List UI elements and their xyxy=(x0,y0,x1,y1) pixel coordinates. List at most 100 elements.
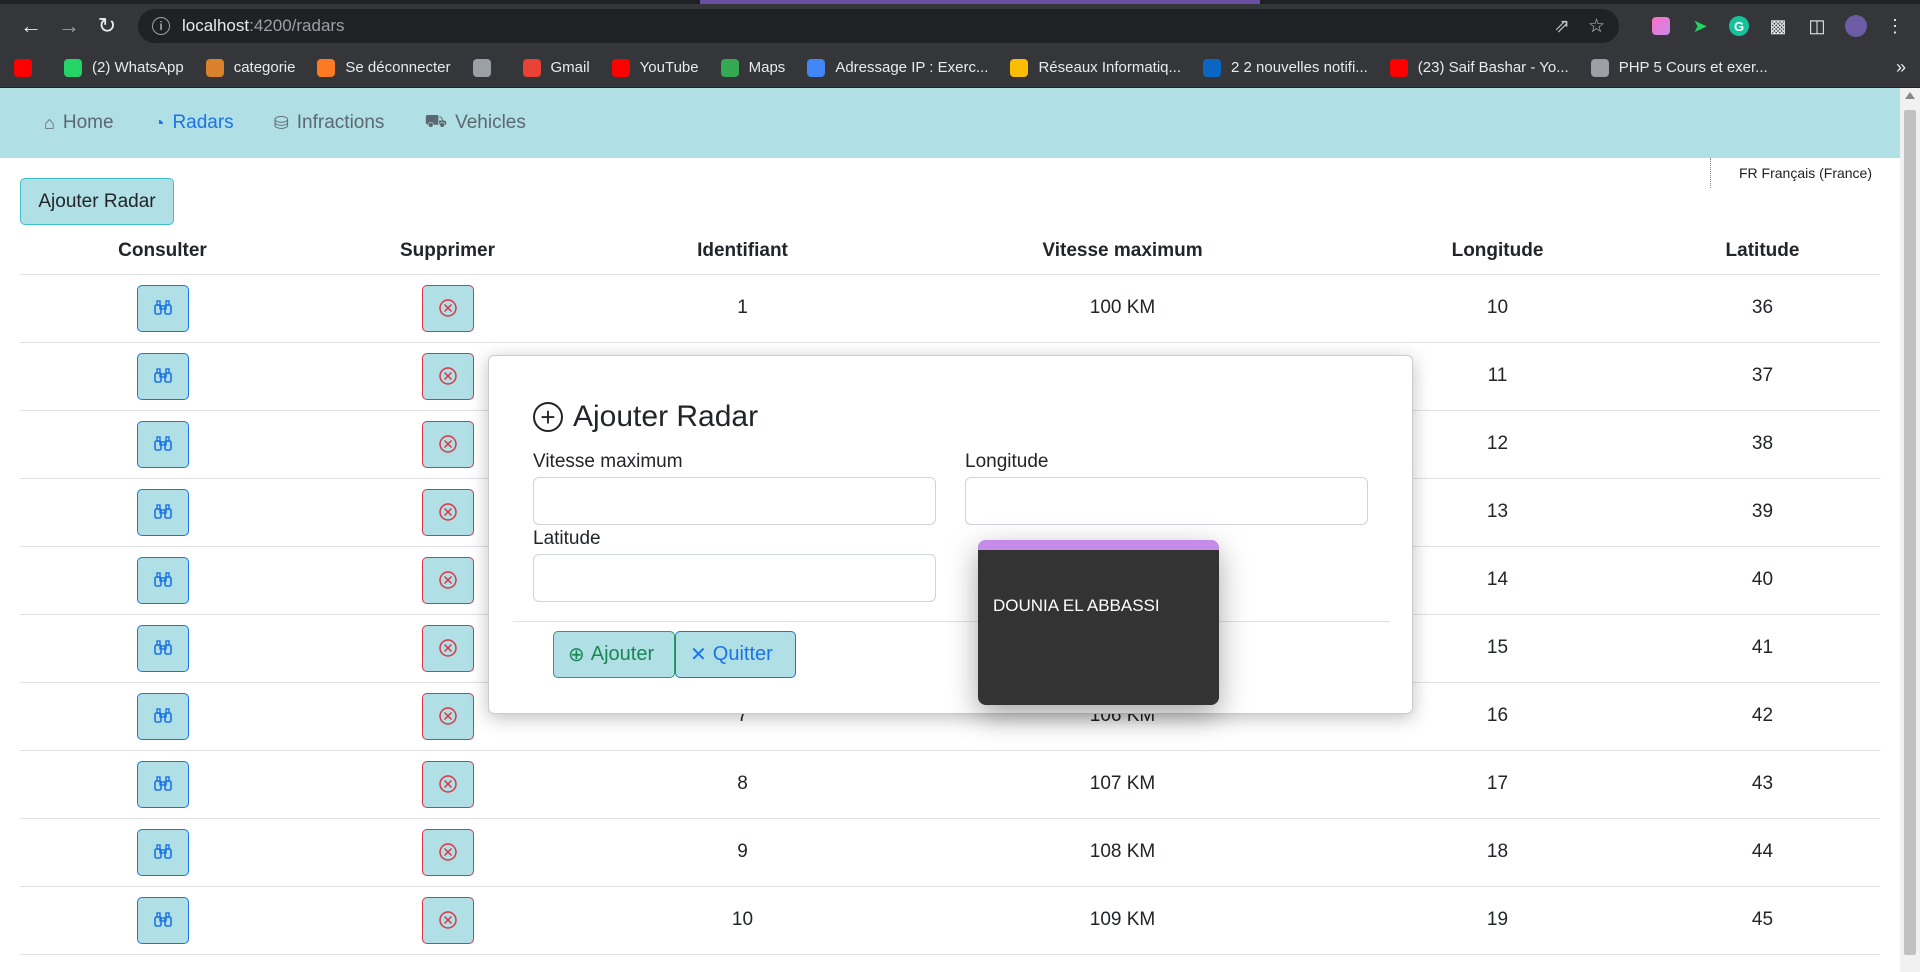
x-circle-icon xyxy=(438,774,458,794)
consulter-button[interactable] xyxy=(136,692,189,740)
binoculars-icon xyxy=(153,368,172,384)
side-panel-icon[interactable]: ◫ xyxy=(1806,15,1828,37)
bookmark-item[interactable]: (23) Saif Bashar - Yo... xyxy=(1389,58,1569,77)
bookmark-item[interactable]: Adressage IP : Exerc... xyxy=(807,58,989,77)
bookmark-item[interactable]: Se déconnecter xyxy=(317,58,451,77)
quitter-label: Quitter xyxy=(712,643,773,665)
bookmark-item[interactable]: Gmail xyxy=(522,58,590,77)
bookmark-item[interactable]: categorie xyxy=(205,58,295,77)
extension-pink-icon[interactable] xyxy=(1650,15,1672,37)
supprimer-button[interactable] xyxy=(421,624,474,672)
database-icon: ⛁ xyxy=(273,112,289,133)
page-scrollbar[interactable] xyxy=(1900,88,1920,972)
extension-green-icon[interactable]: ➤ xyxy=(1689,15,1711,37)
quitter-button[interactable]: ✕ Quitter xyxy=(675,631,796,678)
share-icon[interactable]: ⇗ xyxy=(1554,15,1570,38)
x-circle-icon xyxy=(438,910,458,930)
latitude-cell: 45 xyxy=(1645,886,1880,955)
x-circle-icon xyxy=(438,842,458,862)
home-icon: ⌂ xyxy=(44,112,55,133)
table-row: 8 107 KM 17 43 xyxy=(20,750,1880,819)
plus-circle-icon: + xyxy=(533,402,563,432)
supprimer-button[interactable] xyxy=(421,828,474,876)
latitude-cell: 40 xyxy=(1645,546,1880,615)
nav-home[interactable]: ⌂ Home xyxy=(44,112,114,134)
speed-input[interactable] xyxy=(533,477,936,525)
supprimer-button[interactable] xyxy=(421,760,474,808)
supprimer-button[interactable] xyxy=(421,488,474,536)
latitude-input[interactable] xyxy=(533,554,936,602)
supprimer-button[interactable] xyxy=(421,556,474,604)
grammarly-icon[interactable]: G xyxy=(1728,15,1750,37)
forward-icon[interactable]: → xyxy=(52,9,86,43)
bookmarks-bar: (2) WhatsApp categorie Se déconnecter Gmail… xyxy=(0,48,1920,88)
browser-menu-icon[interactable]: ⋮ xyxy=(1884,15,1906,37)
url-path: :4200/radars xyxy=(249,16,345,35)
gmail-icon xyxy=(522,58,541,77)
id-cell: 8 xyxy=(590,750,895,819)
consulter-cell xyxy=(20,750,305,819)
supprimer-cell xyxy=(305,886,590,955)
id-cell: 10 xyxy=(590,886,895,955)
scroll-up-icon[interactable] xyxy=(1905,92,1915,99)
consulter-button[interactable] xyxy=(136,556,189,604)
scrollbar-thumb[interactable] xyxy=(1904,110,1916,955)
bookmark-item[interactable]: Maps xyxy=(720,58,785,77)
reload-icon[interactable]: ↻ xyxy=(90,9,124,43)
supprimer-button[interactable] xyxy=(421,284,474,332)
bookmark-item[interactable]: YouTube xyxy=(611,58,699,77)
nav-vehicles[interactable]: ⛟ Vehicles xyxy=(424,111,525,135)
browser-toolbar: ← → ↻ i localhost:4200/radars ⇗ ☆ ➤ G ▩ … xyxy=(0,4,1920,48)
speed-label: Vitesse maximum xyxy=(533,451,683,472)
consulter-button[interactable] xyxy=(136,352,189,400)
supprimer-button[interactable] xyxy=(421,896,474,944)
nav-radars[interactable]: ◔ Radars xyxy=(154,112,234,134)
consulter-cell xyxy=(20,410,305,479)
popup-name: DOUNIA EL ABBASSI xyxy=(993,596,1160,615)
nav-infractions[interactable]: ⛁ Infractions xyxy=(274,112,385,134)
url-host: localhost xyxy=(182,16,250,35)
extensions-puzzle-icon[interactable]: ▩ xyxy=(1767,15,1789,37)
speed-cell: 100 KM xyxy=(895,274,1350,343)
consulter-button[interactable] xyxy=(136,488,189,536)
bookmark-item[interactable]: (2) WhatsApp xyxy=(64,58,184,77)
bookmark-item[interactable] xyxy=(14,58,42,77)
tab-strip xyxy=(0,0,1920,4)
bookmark-item[interactable]: 2 2 nouvelles notifi... xyxy=(1203,58,1368,77)
consulter-button[interactable] xyxy=(136,828,189,876)
consulter-button[interactable] xyxy=(136,420,189,468)
consulter-button[interactable] xyxy=(136,760,189,808)
globe-icon xyxy=(1590,58,1609,77)
bookmark-item[interactable]: PHP 5 Cours et exer... xyxy=(1590,58,1768,77)
table-header-row: Consulter Supprimer Identifiant Vitesse … xyxy=(20,228,1880,275)
bookmark-label: Adressage IP : Exerc... xyxy=(835,59,989,76)
bookmark-label: (23) Saif Bashar - Yo... xyxy=(1417,59,1569,76)
longitude-input[interactable] xyxy=(965,477,1368,525)
language-indicator[interactable]: FR Français (France) xyxy=(1710,158,1900,188)
consulter-button[interactable] xyxy=(136,624,189,672)
profile-avatar-icon[interactable] xyxy=(1845,15,1867,37)
categorie-icon xyxy=(205,58,224,77)
consulter-button[interactable] xyxy=(136,284,189,332)
binoculars-icon xyxy=(153,504,172,520)
nav-home-label: Home xyxy=(62,112,114,133)
site-info-icon[interactable]: i xyxy=(152,17,170,35)
add-radar-button[interactable]: Ajouter Radar xyxy=(20,178,174,225)
bookmark-item[interactable] xyxy=(472,58,501,77)
col-consulter: Consulter xyxy=(20,228,305,275)
ajouter-button[interactable]: ⊕ Ajouter xyxy=(553,631,675,678)
supprimer-button[interactable] xyxy=(421,352,474,400)
address-bar[interactable]: i localhost:4200/radars ⇗ ☆ xyxy=(138,9,1619,43)
bookmarks-more-icon[interactable]: » xyxy=(1896,57,1906,78)
supprimer-button[interactable] xyxy=(421,420,474,468)
consulter-button[interactable] xyxy=(136,896,189,944)
table-row: 1 100 KM 10 36 xyxy=(20,274,1880,343)
globe-icon xyxy=(472,58,491,77)
bookmark-star-icon[interactable]: ☆ xyxy=(1588,15,1605,38)
col-supprimer: Supprimer xyxy=(305,228,590,275)
supprimer-button[interactable] xyxy=(421,692,474,740)
back-icon[interactable]: ← xyxy=(14,9,48,43)
bookmark-item[interactable]: Réseaux Informatiq... xyxy=(1010,58,1181,77)
plus-circle-icon: ⊕ xyxy=(568,644,585,666)
x-circle-icon xyxy=(438,638,458,658)
